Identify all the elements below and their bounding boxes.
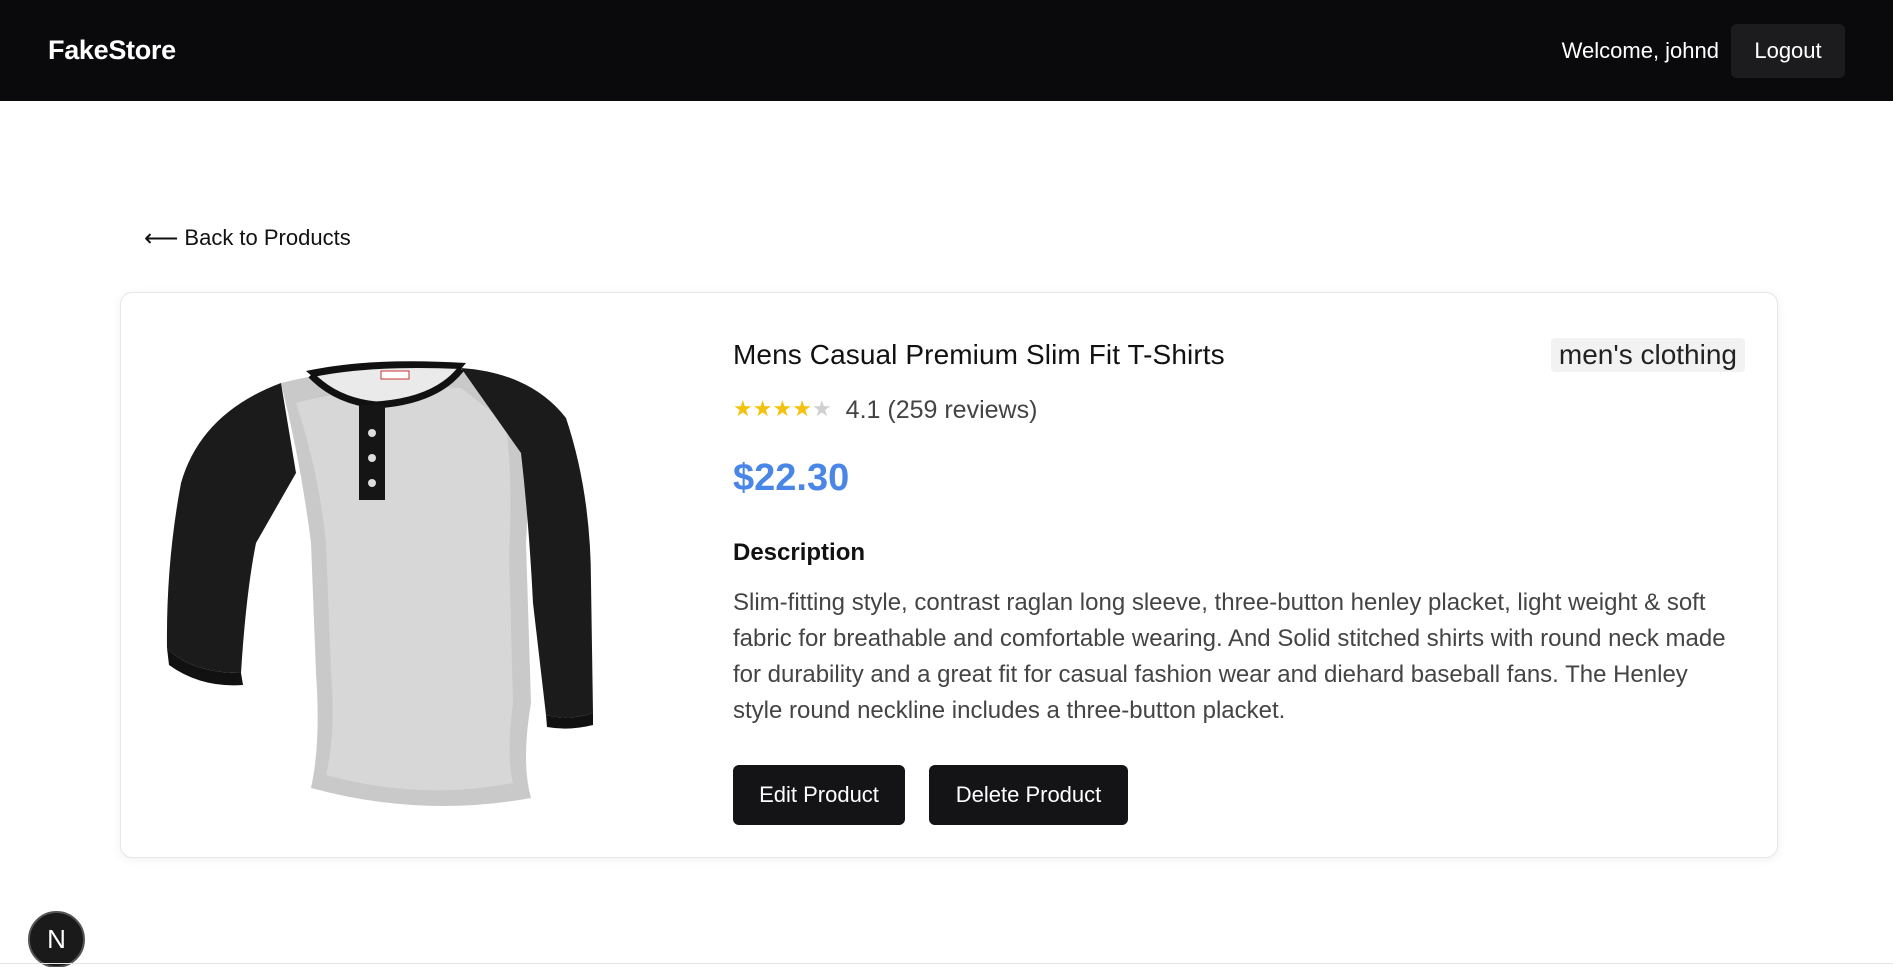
star-icon: ★ [811, 397, 832, 422]
star-rating: ★ ★ ★ ★ ★ [733, 399, 832, 421]
edit-product-button[interactable]: Edit Product [733, 765, 905, 825]
category-badge: men's clothing [1550, 338, 1745, 372]
rating-row: ★ ★ ★ ★ ★ 4.1 (259 reviews) [733, 395, 1743, 425]
rating-text: 4.1 (259 reviews) [845, 395, 1038, 424]
star-icon: ★ [772, 397, 793, 422]
star-icon: ★ [752, 397, 773, 422]
logout-button[interactable]: Logout [1731, 23, 1845, 78]
product-price: $22.30 [733, 457, 850, 499]
product-image [166, 361, 593, 806]
product-info: Mens Casual Premium Slim Fit T-Shirts me… [733, 333, 1745, 825]
back-link-label: Back to Products [184, 225, 351, 250]
brand-logo[interactable]: FakeStore [48, 35, 176, 66]
top-navbar: FakeStore Welcome, johnd Logout [0, 0, 1893, 101]
product-description: Slim-fitting style, contrast raglan long… [733, 589, 1726, 724]
product-title: Mens Casual Premium Slim Fit T-Shirts [733, 339, 1225, 370]
product-actions: Edit Product Delete Product [733, 765, 1743, 825]
product-card: Mens Casual Premium Slim Fit T-Shirts me… [120, 292, 1778, 858]
star-icon: ★ [733, 397, 753, 422]
dev-tools-badge[interactable]: N [28, 911, 85, 967]
back-to-products-link[interactable]: ⟵ Back to Products [144, 224, 351, 252]
title-row: Mens Casual Premium Slim Fit T-Shirts me… [733, 333, 1745, 377]
arrow-left-icon: ⟵ [144, 224, 179, 252]
welcome-text: Welcome, johnd [1561, 37, 1719, 63]
bottom-divider [0, 963, 1893, 964]
delete-product-button[interactable]: Delete Product [929, 765, 1128, 825]
user-area: Welcome, johnd Logout [1561, 23, 1845, 78]
star-icon: ★ [792, 397, 812, 422]
description-heading: Description [733, 539, 866, 566]
